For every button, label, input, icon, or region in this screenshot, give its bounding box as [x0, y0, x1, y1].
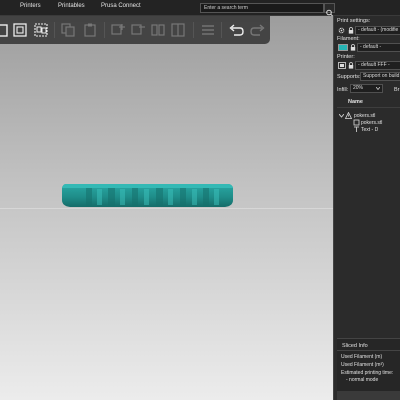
text-part-icon	[354, 126, 359, 132]
paste-icon[interactable]	[82, 22, 98, 38]
sliced-info-panel: Sliced Info Used Filament (m) Used Filam…	[337, 338, 400, 400]
warning-icon	[345, 112, 352, 119]
divider	[337, 350, 400, 351]
printer-label: Printer:	[337, 54, 355, 60]
lock-icon	[350, 44, 356, 51]
filament-color-swatch[interactable]	[338, 44, 348, 51]
used-filament-m-label: Used Filament (m)	[341, 354, 383, 360]
undo-icon[interactable]	[228, 22, 244, 38]
redo-icon[interactable]	[250, 22, 266, 38]
printer-dropdown[interactable]: - default FFF -	[355, 61, 400, 70]
split-parts-icon[interactable]	[170, 22, 186, 38]
infill-label: Infill:	[337, 87, 349, 93]
used-filament-m3-label: Used Filament (m³)	[341, 362, 384, 368]
print-settings-dropdown[interactable]: - default - (modifie	[355, 26, 400, 35]
gear-icon	[338, 27, 345, 34]
filament-dropdown[interactable]: - default -	[357, 43, 400, 52]
slice-button-bar[interactable]	[337, 391, 400, 400]
filament-label: Filament:	[337, 36, 360, 42]
search-input[interactable]: Enter a search term	[200, 3, 324, 13]
remove-instance-icon[interactable]	[130, 22, 146, 38]
lock-icon	[348, 62, 354, 69]
part-icon	[353, 119, 360, 126]
main-toolbar	[0, 16, 270, 44]
search-button[interactable]	[324, 3, 335, 17]
top-navigation-bar: Printers Printables Prusa Connect Enter …	[0, 0, 400, 17]
tab-prusa-connect[interactable]: Prusa Connect	[101, 3, 141, 9]
toolbar-separator	[54, 22, 55, 38]
sliced-info-title: Sliced Info	[342, 343, 368, 349]
chevron-down-icon[interactable]	[339, 114, 344, 118]
tab-printables[interactable]: Printables	[58, 3, 85, 9]
chevron-down-icon	[376, 87, 380, 90]
3d-viewport[interactable]	[0, 16, 333, 400]
arrange-selection-icon[interactable]	[33, 22, 49, 38]
supports-label: Supports:	[337, 74, 361, 80]
arrange-icon[interactable]	[12, 22, 28, 38]
split-objects-icon[interactable]	[150, 22, 166, 38]
name-column-header[interactable]: Name	[348, 99, 363, 105]
copy-icon[interactable]	[60, 22, 76, 38]
printer-icon	[338, 62, 346, 69]
infill-dropdown[interactable]: 20%	[350, 84, 383, 93]
part-name[interactable]: pokers.stl	[361, 120, 382, 126]
layers-editing-icon[interactable]	[200, 22, 216, 38]
toolbar-separator	[104, 22, 105, 38]
pokers-model[interactable]	[0, 16, 333, 400]
tab-printers[interactable]: Printers	[20, 3, 41, 9]
lock-icon	[348, 27, 354, 34]
object-list-header: Name	[337, 96, 400, 108]
print-settings-label: Print settings:	[337, 18, 371, 24]
settings-sidebar: Print settings: - default - (modifie Fil…	[333, 16, 400, 400]
normal-mode-label: - normal mode	[346, 377, 379, 383]
text-part-name[interactable]: Text - D	[361, 127, 378, 133]
supports-dropdown[interactable]: Support on build	[360, 72, 400, 81]
estimated-print-time-label: Estimated printing time:	[341, 370, 394, 376]
add-instance-icon[interactable]	[110, 22, 126, 38]
infill-value: 20%	[353, 85, 364, 91]
toolbar-separator	[193, 22, 194, 38]
brim-label: Br	[394, 87, 400, 93]
toolbar-separator	[221, 22, 222, 38]
add-object-icon[interactable]	[0, 22, 10, 38]
